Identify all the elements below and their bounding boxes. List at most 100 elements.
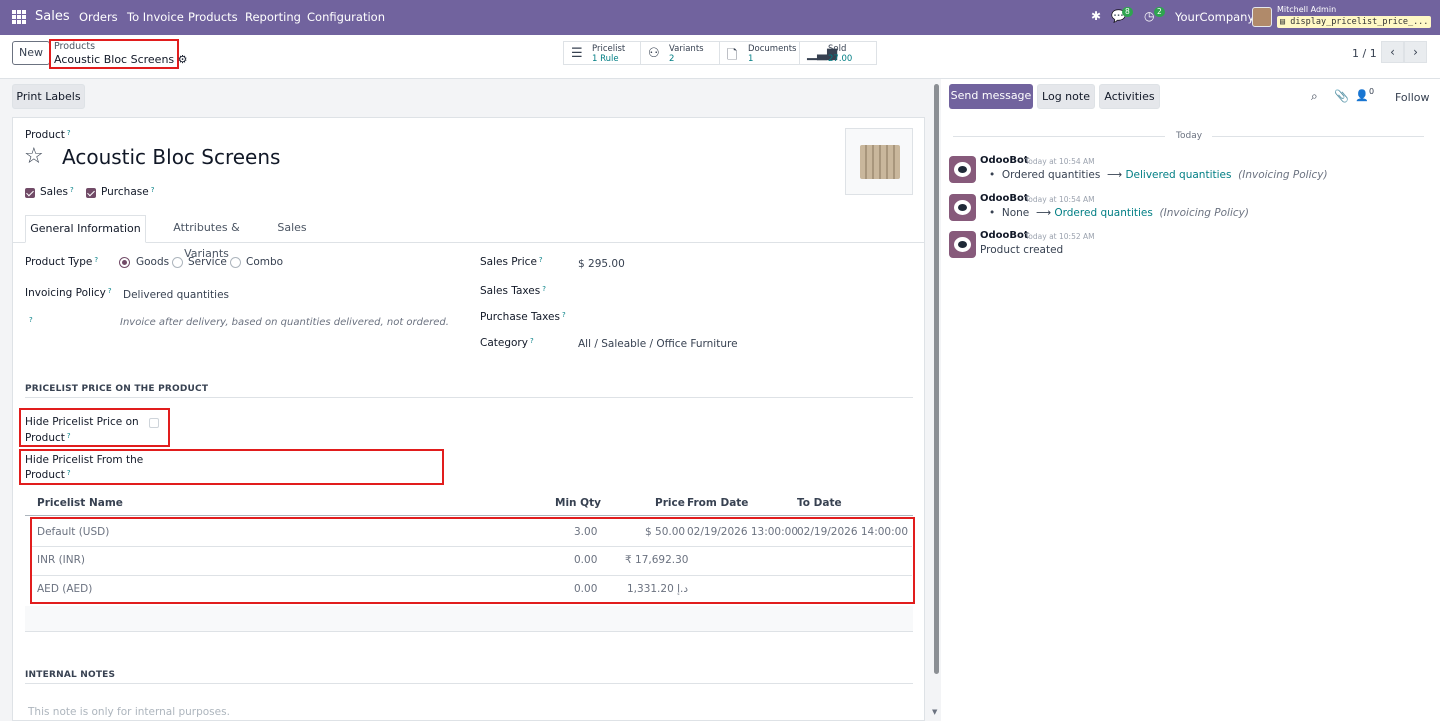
message-author[interactable]: OdooBot [980,193,1029,204]
apps-menu-icon[interactable] [12,10,26,24]
product-label: Product? [25,129,71,141]
col-to-date[interactable]: To Date [797,497,842,509]
invoicing-policy-field[interactable]: Delivered quantities [123,289,229,301]
user-avatar[interactable] [1252,7,1272,27]
col-pricelist-name[interactable]: Pricelist Name [37,497,123,509]
hide-pricelist-price-label: Hide Pricelist Price on [25,416,139,428]
product-type-combo-radio[interactable] [230,257,241,268]
form-scrollbar-thumb[interactable] [934,84,939,674]
company-switcher[interactable]: YourCompany [1175,10,1254,24]
combo-label: Combo [246,256,284,268]
table-row[interactable] [32,547,912,575]
row-to-date: 02/19/2026 14:00:00 [797,526,909,538]
followers-user-icon[interactable]: 👤 [1355,89,1369,102]
breadcrumb-current: Acoustic Bloc Screens ⚙ [54,53,188,66]
tab-general-information[interactable]: General Information [25,215,146,243]
star-icon[interactable]: ☆ [24,144,44,169]
goods-label: Goods [136,256,170,268]
product-type-service-radio[interactable] [172,257,183,268]
product-type-goods-radio[interactable] [119,257,130,268]
menu-reporting[interactable]: Reporting [245,10,301,24]
pager-value[interactable]: 1 / 1 [1352,47,1377,60]
odoobot-avatar[interactable] [949,231,976,258]
hide-pricelist-price-checkbox[interactable] [149,418,159,428]
sales-price-field[interactable]: $ 295.00 [578,258,625,270]
activities-button[interactable]: Activities [1099,84,1160,109]
pager-next-button[interactable]: › [1404,41,1427,63]
paperclip-icon[interactable]: 📎 [1334,89,1349,103]
menu-configuration[interactable]: Configuration [307,10,385,24]
day-separator-line-right [1212,136,1424,137]
menu-products[interactable]: Products [188,10,238,24]
bug-icon[interactable]: ✱ [1091,9,1101,23]
user-name[interactable]: Mitchell Admin [1277,5,1336,14]
print-labels-button[interactable]: Print Labels [12,84,85,109]
col-price[interactable]: Price [655,497,685,509]
message-author[interactable]: OdooBot [980,230,1029,241]
sales-checkbox[interactable] [25,188,35,198]
purchase-checkbox-label: Purchase? [101,186,155,198]
product-name-field[interactable]: Acoustic Bloc Screens [62,145,280,169]
product-type-label: Product Type? [25,256,99,268]
smart-button-sold[interactable]: ▁▃▆ Sold 27.00 [799,41,877,65]
sales-price-label: Sales Price? [480,256,543,268]
message-author[interactable]: OdooBot [980,155,1029,166]
invoicing-help-tooltip[interactable]: ? [29,316,33,324]
file-icon: 🗋 [727,48,738,63]
table-row[interactable] [32,576,912,602]
messages-badge: 8 [1122,7,1133,17]
odoobot-avatar[interactable] [949,194,976,221]
table-footer [25,606,913,632]
app-name[interactable]: Sales [35,9,70,24]
row-pricelist-name: AED (AED) [37,583,93,595]
sales-taxes-field[interactable] [578,284,898,300]
smart-button-documents[interactable]: 🗋 Documents 1 [719,41,800,65]
purchase-taxes-field[interactable] [578,310,898,326]
follow-button[interactable]: Follow [1395,91,1430,104]
message-date: Today at 10:52 AM [1025,232,1095,241]
row-price: ₹ 17,692.30 [625,554,689,566]
control-panel: New Products Acoustic Bloc Screens ⚙ ☰ P… [0,35,1440,79]
row-from-date: 02/19/2026 13:00:00 [687,526,799,538]
tracking-change: • None ⟶ Ordered quantities (Invoicing P… [989,207,1249,219]
tracking-change: • Ordered quantities ⟶ Delivered quantit… [989,169,1328,181]
scroll-down-icon[interactable]: ▼ [932,708,937,716]
purchase-checkbox[interactable] [86,188,96,198]
chevron-left-icon: ‹ [1390,45,1395,59]
hide-pricelist-price-label-line2: Product? [25,432,71,444]
pricelist-section-title: PRICELIST PRICE ON THE PRODUCT [25,384,209,394]
gear-icon[interactable]: ⚙ [178,53,188,66]
menu-to-invoice[interactable]: To Invoice [127,10,184,24]
log-note-button[interactable]: Log note [1037,84,1095,109]
smart-button-pricelist[interactable]: ☰ Pricelist 1 Rule [563,41,641,65]
hide-pricelist-from-label: Hide Pricelist From the [25,454,144,466]
message-body: Product created [980,244,1064,256]
row-min-qty: 3.00 [574,526,598,538]
new-button[interactable]: New [12,41,50,65]
activities-clock-icon[interactable]: ◷ [1144,9,1154,23]
odoobot-avatar[interactable] [949,156,976,183]
col-from-date[interactable]: From Date [687,497,748,509]
hide-pricelist-from-label-line2: Product? [25,469,71,481]
pager-previous-button[interactable]: ‹ [1381,41,1404,63]
message-date: Today at 10:54 AM [1025,195,1095,204]
day-separator: Today [1176,131,1203,141]
list-icon: ☰ [571,46,583,61]
purchase-taxes-label: Purchase Taxes? [480,311,566,323]
smart-button-variants[interactable]: ⚇ Variants 2 [640,41,720,65]
col-min-qty[interactable]: Min Qty [555,497,601,509]
table-header-divider [25,515,913,516]
product-image[interactable] [845,128,913,195]
internal-notes-input[interactable]: This note is only for internal purposes. [28,706,230,718]
breadcrumb-parent[interactable]: Products [54,41,95,52]
tab-attributes-variants[interactable]: Attributes & Variants [150,215,263,260]
send-message-button[interactable]: Send message [949,84,1033,109]
category-field[interactable]: All / Saleable / Office Furniture [578,338,738,350]
database-name: ▤ display_pricelist_price_... [1277,16,1432,28]
sitemap-icon: ⚇ [648,46,660,61]
arrow-right-icon: ⟶ [1035,207,1052,219]
tab-sales[interactable]: Sales [272,215,312,243]
menu-orders[interactable]: Orders [79,10,118,24]
search-icon[interactable]: ⌕ [1311,89,1318,104]
day-separator-line-left [953,136,1165,137]
